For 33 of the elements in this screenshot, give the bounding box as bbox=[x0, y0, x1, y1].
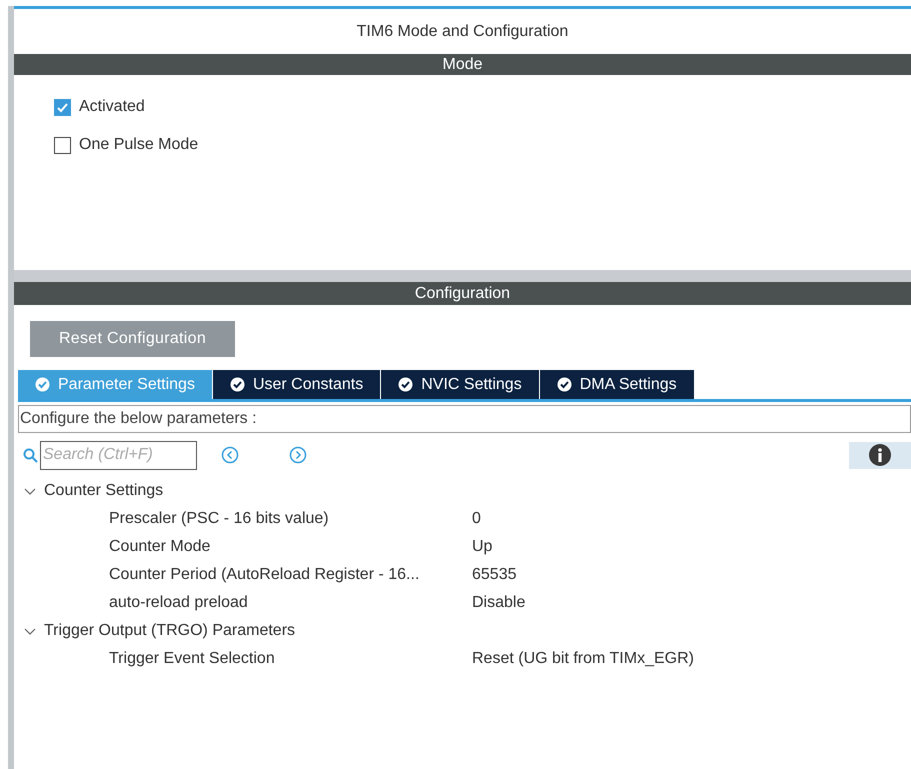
checkbox-label: One Pulse Mode bbox=[79, 135, 198, 155]
window-title: TIM6 Mode and Configuration bbox=[356, 22, 568, 42]
parameter-value[interactable]: 65535 bbox=[469, 563, 516, 587]
checkbox-label: Activated bbox=[79, 97, 145, 117]
parameter-name: Counter Mode bbox=[108, 537, 212, 557]
tab[interactable]: DMA Settings bbox=[540, 370, 694, 399]
parameter-name: auto-reload preload bbox=[108, 593, 249, 613]
section-header: Mode bbox=[14, 54, 911, 75]
check-circle-icon bbox=[230, 377, 245, 392]
check-circle-icon bbox=[556, 377, 572, 392]
search-icon bbox=[23, 448, 38, 462]
parameter-name: Trigger Event Selection bbox=[108, 649, 276, 669]
parameter-value[interactable]: 0 bbox=[469, 507, 481, 531]
tab[interactable]: NVIC Settings bbox=[381, 370, 539, 399]
previous-icon[interactable] bbox=[221, 446, 239, 464]
search-field[interactable]: Search (Ctrl+F) bbox=[40, 440, 197, 470]
description-field: Configure the below parameters : bbox=[18, 405, 911, 433]
next-icon[interactable] bbox=[289, 446, 307, 464]
parameter-name: Counter Period (AutoReload Register - 16... bbox=[108, 565, 420, 585]
group-label[interactable]: Counter Settings bbox=[44, 479, 164, 503]
parameter-name: Prescaler (PSC - 16 bits value) bbox=[108, 509, 330, 529]
parameter-value[interactable]: Up bbox=[469, 535, 492, 559]
section-header: Configuration bbox=[14, 282, 911, 305]
group-label[interactable]: Trigger Output (TRGO) Parameters bbox=[44, 619, 296, 643]
tab[interactable]: User Constants bbox=[212, 370, 380, 399]
check-circle-icon bbox=[35, 377, 50, 392]
info-button[interactable] bbox=[849, 442, 911, 468]
parameter-value[interactable]: Reset (UG bit from TIMx_EGR) bbox=[469, 647, 694, 671]
checkbox[interactable] bbox=[54, 98, 71, 116]
checkbox[interactable] bbox=[54, 136, 71, 154]
info-icon bbox=[869, 444, 891, 466]
check-circle-icon bbox=[398, 377, 414, 392]
parameter-value[interactable]: Disable bbox=[469, 591, 526, 615]
